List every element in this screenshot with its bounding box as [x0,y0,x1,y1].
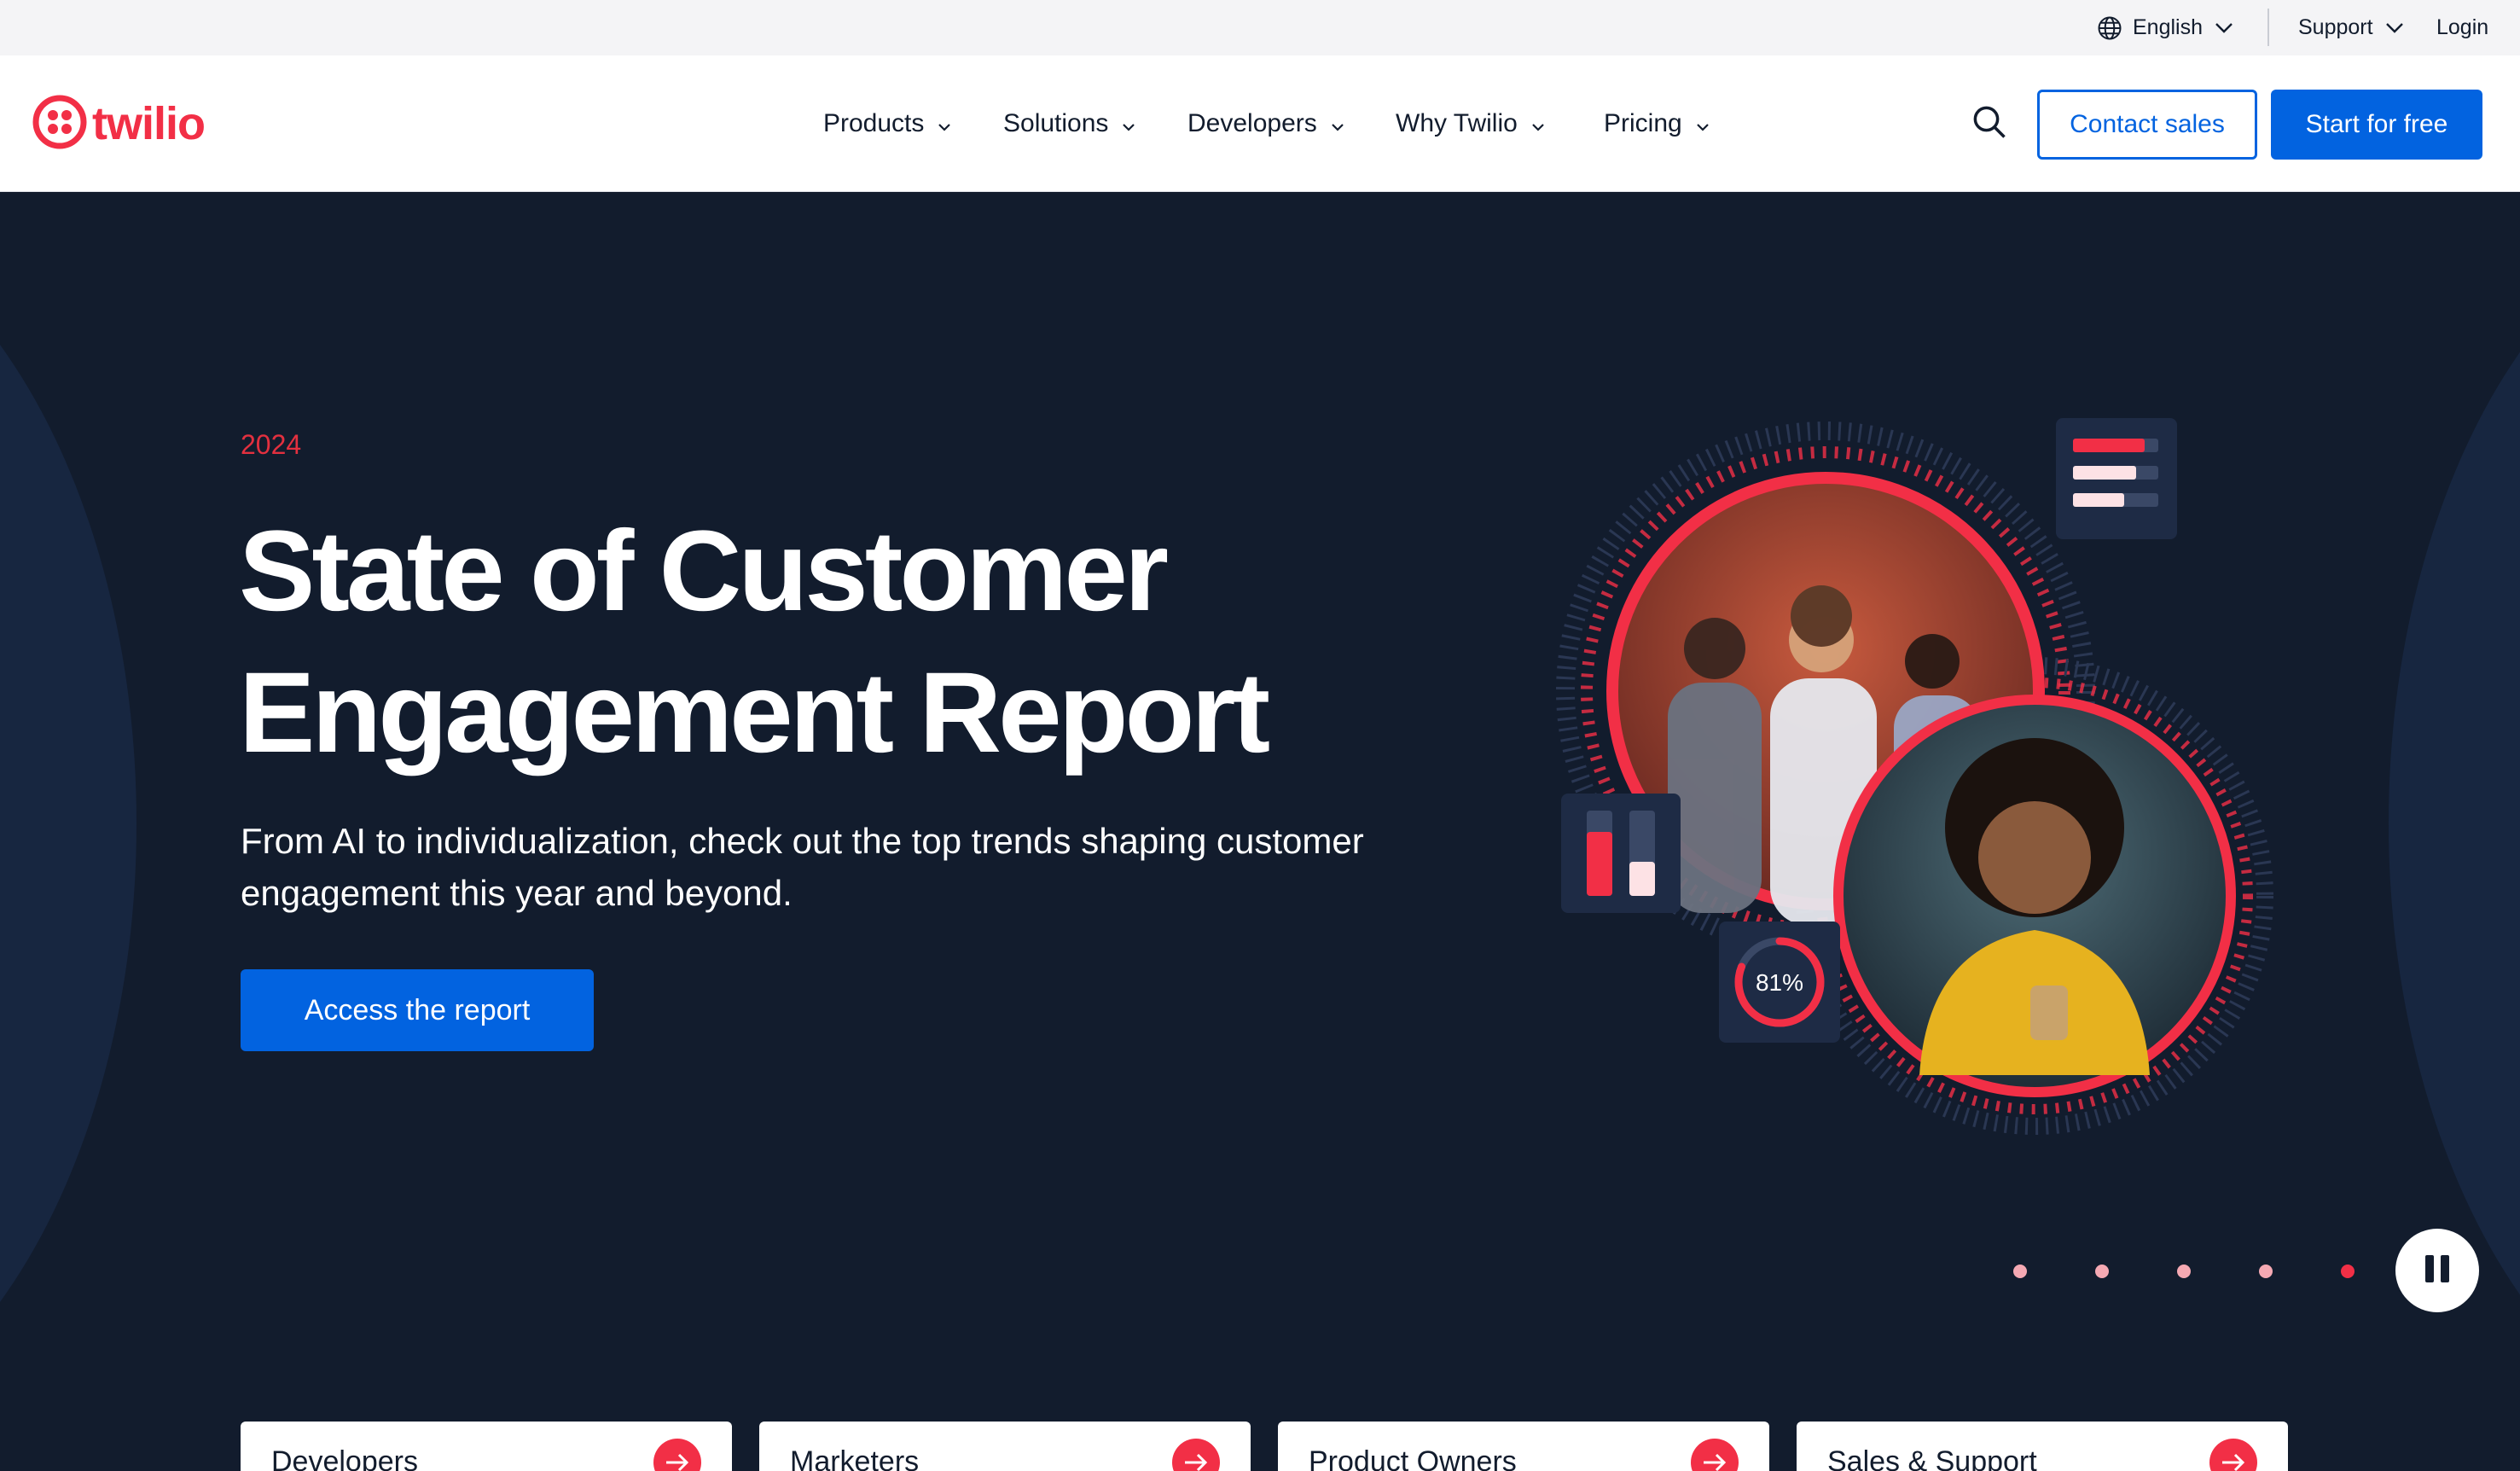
hero-decoration-left [0,192,136,1455]
nav-why-twilio-label: Why Twilio [1396,109,1518,137]
utility-divider [2267,9,2269,46]
nav-developers[interactable]: Developers [1187,55,1344,192]
carousel-dot-1[interactable] [2013,1265,2027,1278]
login-link[interactable]: Login [2436,0,2488,55]
hero-title: State of Customer Engagement Report [239,501,1518,784]
search-button[interactable] [1969,103,2010,144]
audience-card-marketers[interactable]: Marketers [759,1422,1251,1471]
logo-wordmark: twilio [92,98,206,149]
nav-why-twilio[interactable]: Why Twilio [1396,55,1545,192]
contact-sales-button[interactable]: Contact sales [2037,90,2257,160]
chevron-down-icon [2215,22,2233,34]
search-icon [1971,104,2007,144]
nav-products-label: Products [823,109,925,137]
start-for-free-button[interactable]: Start for free [2271,90,2482,160]
utility-bar: English Support Login [0,0,2520,55]
audience-card-label: Product Owners [1309,1445,1517,1471]
nav-pricing[interactable]: Pricing [1604,55,1710,192]
twilio-logo[interactable]: twilio [32,95,206,154]
nav-pricing-label: Pricing [1604,109,1682,137]
support-menu[interactable]: Support [2298,0,2404,55]
hero-title-line-2: Engagement Report [239,649,1270,776]
carousel-dot-5[interactable] [2341,1265,2355,1278]
access-report-button[interactable]: Access the report [241,969,594,1051]
chevron-down-icon [1331,109,1344,138]
carousel-dot-3[interactable] [2177,1265,2191,1278]
hero-eyebrow: 2024 [241,429,302,460]
audience-card-product-owners[interactable]: Product Owners [1278,1422,1769,1471]
globe-icon [2097,15,2122,41]
nav-solutions-label: Solutions [1003,109,1109,137]
stat-badge-text: 81% [1756,969,1803,996]
chevron-down-icon [1531,109,1545,138]
hero-subtitle: From AI to individualization, check out … [241,821,1364,913]
audience-card-developers[interactable]: Developers [241,1422,732,1471]
carousel-pause-button[interactable] [2395,1229,2479,1312]
chevron-down-icon [938,109,951,138]
chevron-down-icon [2385,22,2404,34]
chevron-down-icon [1122,109,1135,138]
support-label: Support [2298,15,2373,39]
audience-card-label: Sales & Support [1827,1445,2037,1471]
arrow-right-icon [1691,1439,1739,1471]
main-navigation: twilio Products Solutions Developers Why… [0,55,2520,192]
audience-card-label: Developers [271,1445,418,1471]
nav-products[interactable]: Products [823,55,951,192]
chevron-down-icon [1696,109,1710,138]
bar-chart-widget [1561,794,1681,913]
hero-title-line-1: State of Customer [239,508,1169,635]
arrow-right-icon [1172,1439,1220,1471]
arrow-right-icon [2209,1439,2257,1471]
language-selector[interactable]: English [2097,0,2233,55]
hero-illustration: 81% [1518,367,2286,1135]
audience-card-label: Marketers [790,1445,920,1471]
carousel-dot-2[interactable] [2095,1265,2109,1278]
nav-solutions[interactable]: Solutions [1003,55,1135,192]
carousel-dot-4[interactable] [2259,1265,2273,1278]
percentage-widget: 81% [1719,922,1840,1043]
nav-developers-label: Developers [1187,109,1317,137]
twilio-logo-icon [32,95,87,154]
audience-card-sales-support[interactable]: Sales & Support [1797,1422,2288,1471]
hero-section: 2024 State of Customer Engagement Report… [0,192,2520,1471]
language-label: English [2133,15,2203,39]
pause-icon [2424,1253,2451,1288]
arrow-right-icon [653,1439,701,1471]
list-widget [2056,418,2177,539]
